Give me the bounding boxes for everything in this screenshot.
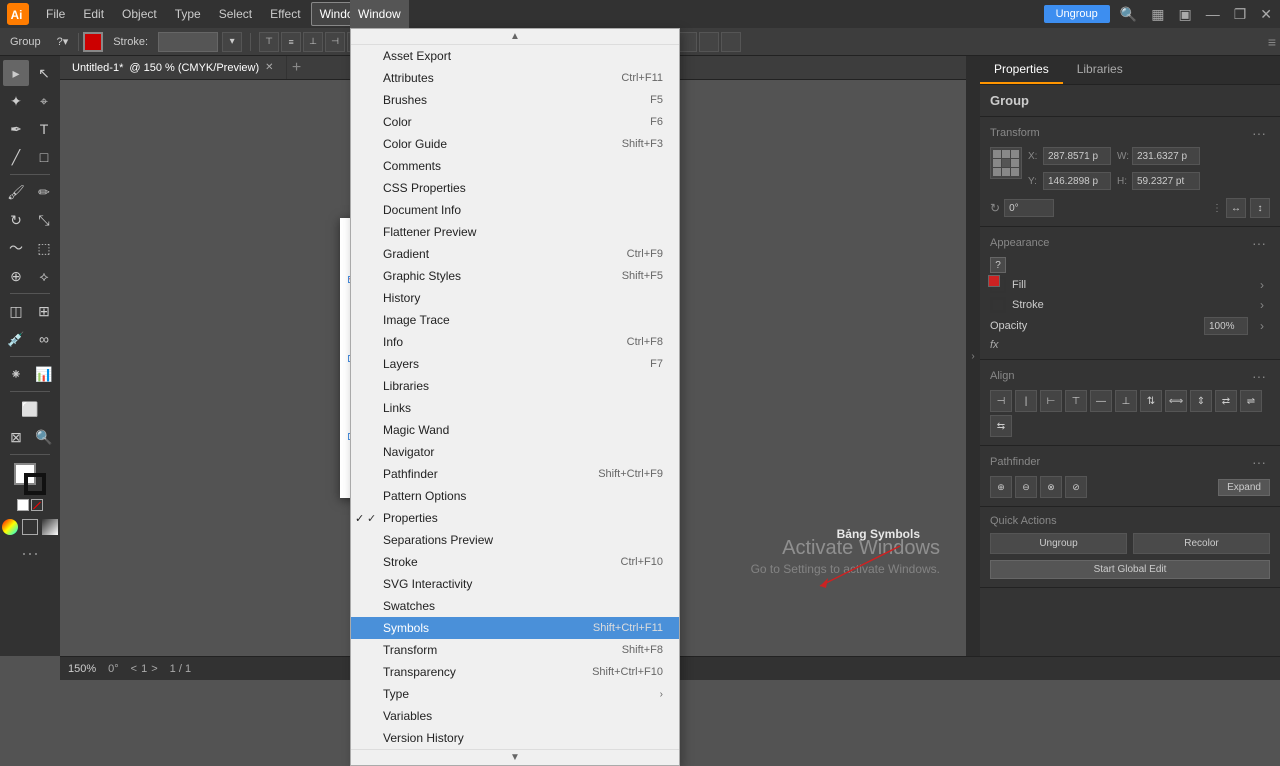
menu-variables[interactable]: Variables [351, 705, 679, 727]
item-label: Brushes [383, 93, 427, 107]
shortcut-label: Shift+F5 [622, 270, 663, 282]
shortcut-label: Shift+F3 [622, 138, 663, 150]
menu-stroke[interactable]: Stroke Ctrl+F10 [351, 551, 679, 573]
menu-history[interactable]: History [351, 287, 679, 309]
menu-pathfinder[interactable]: Pathfinder Shift+Ctrl+F9 [351, 463, 679, 485]
item-label: Attributes [383, 71, 434, 85]
shortcut-label: Shift+Ctrl+F10 [592, 666, 663, 678]
menu-layers[interactable]: Layers F7 [351, 353, 679, 375]
item-label: Flattener Preview [383, 225, 476, 239]
dropdown-overlay: Window ▲ Asset Export Attributes Ctrl+F1… [0, 0, 1280, 680]
item-label: Color Guide [383, 137, 447, 151]
shortcut-label: Shift+Ctrl+F9 [598, 468, 663, 480]
item-label: Symbols [383, 621, 429, 635]
shortcut-label: Ctrl+F11 [621, 72, 663, 84]
item-label: Transparency [383, 665, 456, 679]
shortcut-label: Shift+Ctrl+F11 [593, 622, 663, 634]
menu-svg-interactivity[interactable]: SVG Interactivity [351, 573, 679, 595]
item-label: Swatches [383, 599, 435, 613]
shortcut-label: F7 [650, 358, 663, 370]
menu-brushes[interactable]: Brushes F5 [351, 89, 679, 111]
item-label: Color [383, 115, 412, 129]
menu-magic-wand[interactable]: Magic Wand [351, 419, 679, 441]
item-label: Pathfinder [383, 467, 438, 481]
shortcut-label: Ctrl+F9 [627, 248, 663, 260]
menu-libraries[interactable]: Libraries [351, 375, 679, 397]
menu-navigator[interactable]: Navigator [351, 441, 679, 463]
shortcut-label: Ctrl+F10 [621, 556, 664, 568]
item-label: Gradient [383, 247, 429, 261]
menu-symbols[interactable]: Symbols Shift+Ctrl+F11 [351, 617, 679, 639]
shortcut-label: F6 [650, 116, 663, 128]
dropdown-menu: ▲ Asset Export Attributes Ctrl+F11 Brush… [350, 28, 680, 766]
menu-pattern-options[interactable]: Pattern Options [351, 485, 679, 507]
menu-graphic-styles[interactable]: Graphic Styles Shift+F5 [351, 265, 679, 287]
menu-info[interactable]: Info Ctrl+F8 [351, 331, 679, 353]
item-label: Stroke [383, 555, 418, 569]
item-label: Links [383, 401, 411, 415]
item-label: SVG Interactivity [383, 577, 472, 591]
menu-flattener-preview[interactable]: Flattener Preview [351, 221, 679, 243]
shortcut-label: Shift+F8 [622, 644, 663, 656]
menu-css-properties[interactable]: CSS Properties [351, 177, 679, 199]
item-label: Image Trace [383, 313, 450, 327]
menu-type[interactable]: Type › [351, 683, 679, 705]
shortcut-label: Ctrl+F8 [627, 336, 663, 348]
scroll-down-indicator: ▼ [351, 749, 679, 765]
item-label: Asset Export [383, 49, 451, 63]
item-label: Graphic Styles [383, 269, 461, 283]
menu-properties[interactable]: ✓ Properties [351, 507, 679, 529]
menu-color[interactable]: Color F6 [351, 111, 679, 133]
menu-transform[interactable]: Transform Shift+F8 [351, 639, 679, 661]
item-label: Transform [383, 643, 437, 657]
item-label: Variables [383, 709, 432, 723]
item-label: Type [383, 687, 409, 701]
item-label: Document Info [383, 203, 461, 217]
item-label: Version History [383, 731, 464, 745]
item-label: Magic Wand [383, 423, 449, 437]
item-label: Layers [383, 357, 419, 371]
item-label: Separations Preview [383, 533, 493, 547]
menu-image-trace[interactable]: Image Trace [351, 309, 679, 331]
menu-asset-export[interactable]: Asset Export [351, 45, 679, 67]
window-menu-active[interactable]: Window [350, 0, 409, 28]
item-label: Properties [383, 511, 438, 525]
menu-comments[interactable]: Comments [351, 155, 679, 177]
item-label: Libraries [383, 379, 429, 393]
item-label: History [383, 291, 420, 305]
menu-attributes[interactable]: Attributes Ctrl+F11 [351, 67, 679, 89]
item-label: Navigator [383, 445, 434, 459]
menu-version-history[interactable]: Version History [351, 727, 679, 749]
menu-color-guide[interactable]: Color Guide Shift+F3 [351, 133, 679, 155]
item-label: Info [383, 335, 403, 349]
scroll-up-indicator: ▲ [351, 29, 679, 45]
check-mark: ✓ [367, 512, 383, 525]
arrow-icon: › [660, 689, 663, 700]
menu-links[interactable]: Links [351, 397, 679, 419]
item-label: Pattern Options [383, 489, 466, 503]
menu-swatches[interactable]: Swatches [351, 595, 679, 617]
item-label: CSS Properties [383, 181, 466, 195]
shortcut-label: F5 [650, 94, 663, 106]
item-label: Comments [383, 159, 441, 173]
menu-document-info[interactable]: Document Info [351, 199, 679, 221]
menu-separations-preview[interactable]: Separations Preview [351, 529, 679, 551]
menu-gradient[interactable]: Gradient Ctrl+F9 [351, 243, 679, 265]
